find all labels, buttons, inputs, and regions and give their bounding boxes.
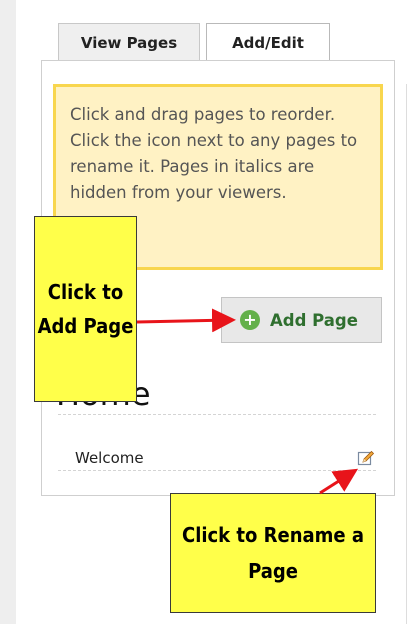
pencil-edit-icon[interactable] xyxy=(357,449,375,467)
right-divider xyxy=(406,84,407,624)
add-page-label: Add Page xyxy=(270,310,358,330)
rename-page-annotation: Click to Rename a Page xyxy=(170,493,376,613)
plus-circle-icon: + xyxy=(240,310,260,330)
rename-page-annotation-text: Click to Rename a Page xyxy=(181,523,364,583)
add-page-button[interactable]: + Add Page xyxy=(221,297,382,343)
tab-view-pages[interactable]: View Pages xyxy=(58,23,200,61)
section-divider xyxy=(58,414,376,415)
add-page-annotation: Click to Add Page xyxy=(34,216,137,402)
list-divider xyxy=(58,470,376,471)
tab-add-edit[interactable]: Add/Edit xyxy=(206,23,330,62)
left-gutter xyxy=(0,0,16,624)
notice-text: Click and drag pages to reorder. Click t… xyxy=(70,105,358,202)
add-page-annotation-text: Click to Add Page xyxy=(37,280,134,338)
list-item-welcome[interactable]: Welcome xyxy=(75,449,144,467)
